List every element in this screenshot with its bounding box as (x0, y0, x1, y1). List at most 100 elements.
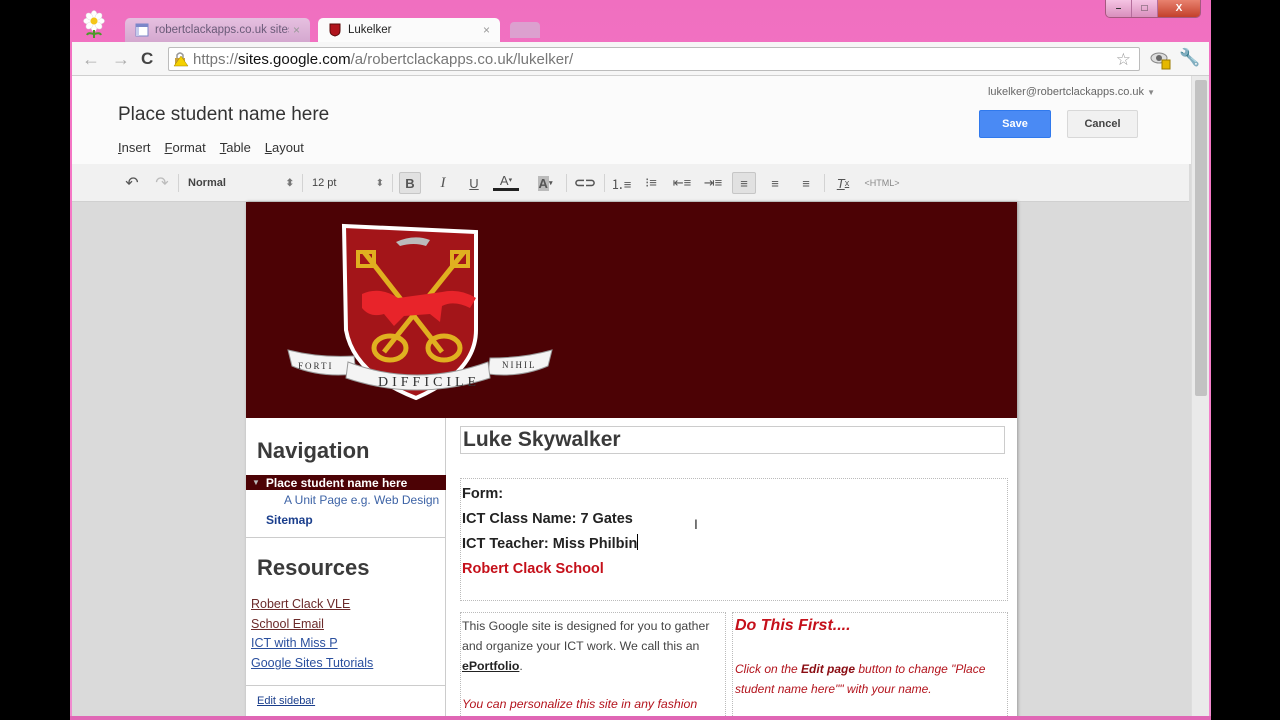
browser-toolbar: ← → C https://sites.google.com/a/robertc… (72, 42, 1209, 76)
underline-button[interactable]: U (463, 172, 485, 194)
new-tab-button[interactable] (510, 22, 540, 38)
sites-favicon-icon (135, 23, 149, 37)
motto-word: NIHIL (502, 360, 537, 370)
font-size-dropdown[interactable]: 12 pt ⬍ (312, 172, 384, 194)
address-bar[interactable]: https://sites.google.com/a/robertclackap… (168, 47, 1140, 71)
minimize-button[interactable]: – (1106, 0, 1132, 17)
page-title[interactable]: Place student name here (118, 104, 329, 126)
separator (824, 174, 825, 192)
tab-sites[interactable]: robertclackapps.co.uk sites × (125, 18, 310, 42)
intro-text: This Google site is designed for you to … (462, 619, 710, 653)
page-content: Place student name here Insert Format Ta… (72, 76, 1191, 716)
updown-arrow-icon: ⬍ (285, 177, 294, 189)
browser-window: – □ X robertclackapps.co.uk sites × Luke… (70, 0, 1211, 720)
bold-button[interactable]: B (399, 172, 421, 194)
url-domain: sites.google.com (238, 50, 351, 68)
menu-format[interactable]: Format (165, 140, 206, 155)
extension-eye-icon[interactable] (1150, 50, 1172, 70)
numbered-list-icon[interactable]: ⒈≡ (609, 172, 633, 194)
bulleted-list-icon[interactable]: ⁝≡ (639, 172, 663, 194)
navigation-heading: Navigation (257, 438, 370, 463)
student-info-box[interactable]: Form: ICT Class Name: 7 Gates ICT Teache… (460, 478, 1008, 601)
nav-item-unit-page[interactable]: A Unit Page e.g. Web Design (284, 493, 439, 507)
close-window-button[interactable]: X (1158, 0, 1200, 17)
personalize-text: You can personalize this site in any fas… (462, 697, 698, 711)
resource-link-ict[interactable]: ICT with Miss P (251, 636, 338, 650)
menu-insert[interactable]: Insert (118, 140, 151, 155)
forward-arrow-icon[interactable]: → (112, 49, 130, 70)
edit-sidebar-link[interactable]: Edit sidebar (257, 695, 315, 707)
tab-lukelker[interactable]: Lukelker × (318, 18, 500, 42)
eportfolio-link[interactable]: ePortfolio (462, 659, 519, 673)
tab-close-icon[interactable]: × (483, 23, 490, 37)
warning-lock-icon (173, 52, 189, 67)
menu-table[interactable]: Table (220, 140, 251, 155)
chevron-down-icon: ▼ (1147, 88, 1155, 97)
style-dropdown[interactable]: Normal ⬍ (188, 172, 294, 194)
reload-icon[interactable]: C (141, 49, 153, 69)
teacher-line: ICT Teacher: Miss Philbin (462, 533, 1007, 558)
nav-item-sitemap[interactable]: Sitemap (266, 513, 313, 527)
italic-button[interactable]: I (432, 172, 454, 194)
separator (604, 174, 605, 192)
resource-link-vle[interactable]: Robert Clack VLE (251, 597, 350, 611)
account-email: lukelker@robertclackapps.co.uk (987, 86, 1145, 98)
vertical-scrollbar[interactable] (1191, 76, 1209, 716)
undo-icon[interactable]: ↶ (122, 172, 142, 194)
wrench-menu-icon[interactable]: 🔧 (1179, 48, 1200, 68)
nav-item-current[interactable]: ▼ Place student name here (246, 475, 446, 490)
scroll-thumb[interactable] (1195, 80, 1207, 396)
school-crest-favicon-icon (329, 23, 341, 37)
site-sidebar: Navigation ▼ Place student name here A Un… (246, 418, 446, 716)
align-center-icon[interactable]: ≡ (763, 172, 787, 194)
cancel-button[interactable]: Cancel (1067, 110, 1138, 138)
window-controls: – □ X (1105, 0, 1201, 18)
edit-header: Place student name here Insert Format Ta… (72, 76, 1191, 164)
intro-box[interactable]: This Google site is designed for you to … (460, 612, 726, 716)
window-bottom-border (70, 716, 1211, 720)
redo-icon[interactable]: ↷ (152, 172, 172, 194)
instr-bold: Edit page (801, 662, 856, 676)
triangle-down-icon: ▼ (252, 478, 260, 487)
school-name: Robert Clack School (462, 561, 604, 577)
page-title-field[interactable]: Luke Skywalker (460, 426, 1005, 454)
separator (178, 174, 179, 192)
editor-menu: Insert Format Table Layout (118, 140, 304, 155)
save-button[interactable]: Save (979, 110, 1051, 138)
do-this-first-box[interactable]: Do This First.... Click on the Edit page… (732, 612, 1008, 716)
divider (246, 537, 446, 538)
resource-link-email[interactable]: School Email (251, 617, 324, 631)
url-prefix: https:// (193, 50, 239, 68)
tab-label: robertclackapps.co.uk sites (155, 24, 289, 36)
form-label: Form: (462, 486, 504, 502)
font-size-value: 12 pt (312, 177, 337, 189)
html-button[interactable]: <HTML> (862, 172, 902, 194)
text-color-button[interactable]: A ▾ (493, 172, 519, 191)
resources-heading: Resources (257, 555, 370, 580)
highlight-color-button[interactable]: A ▾ (532, 172, 558, 194)
updown-arrow-icon: ⬍ (375, 177, 384, 189)
nav-item-label: Place student name here (265, 475, 408, 490)
tab-close-icon[interactable]: × (293, 23, 300, 37)
menu-layout[interactable]: Layout (265, 140, 304, 155)
align-right-icon[interactable]: ≡ (794, 172, 818, 194)
style-value: Normal (188, 177, 226, 189)
school-crest-logo: FORTI DIFFICILE NIHIL (287, 223, 553, 401)
separator (566, 174, 567, 192)
indent-more-icon[interactable]: ⇥≡ (701, 172, 725, 194)
divider (246, 685, 446, 686)
bookmark-star-icon[interactable]: ☆ (1116, 50, 1131, 70)
indent-less-icon[interactable]: ⇤≡ (670, 172, 694, 194)
account-menu[interactable]: lukelker@robertclackapps.co.uk ▼ (988, 86, 1155, 98)
clear-formatting-icon[interactable]: Tx (831, 172, 855, 194)
align-left-icon[interactable]: ≡ (732, 172, 756, 194)
daisy-icon (83, 10, 105, 38)
intro-end: . (519, 659, 523, 673)
maximize-button[interactable]: □ (1132, 0, 1158, 17)
site-banner: FORTI DIFFICILE NIHIL (246, 202, 1017, 418)
resource-link-tutorials[interactable]: Google Sites Tutorials (251, 656, 373, 670)
do-this-first-heading: Do This First.... (735, 617, 851, 634)
back-arrow-icon[interactable]: ← (82, 49, 100, 70)
link-icon[interactable]: ⊂⊃ (573, 172, 597, 194)
instr-pre: Click on the (735, 662, 802, 676)
